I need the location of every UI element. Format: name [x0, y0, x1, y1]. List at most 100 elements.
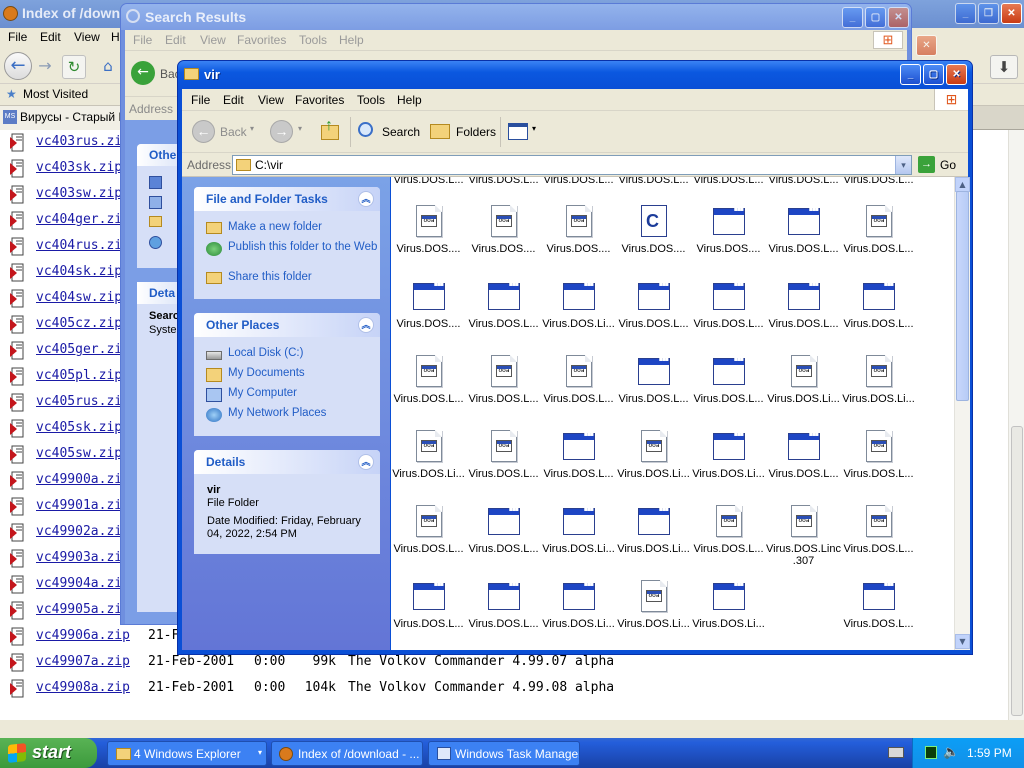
listing-link[interactable]: vc405rus.zip: [36, 394, 130, 409]
file-item[interactable]: ooa Virus.DOS.Li...: [841, 345, 916, 415]
file-item[interactable]: Virus.DOS.Li...: [541, 570, 616, 640]
file-list-scrollbar[interactable]: ▲ ▼: [954, 177, 970, 650]
file-item[interactable]: Virus.DOS.L...: [466, 495, 541, 565]
menu-edit[interactable]: Edit: [223, 93, 244, 107]
collapse-chevron-icon[interactable]: ︽: [358, 454, 374, 470]
file-item[interactable]: Virus.DOS.L...: [691, 345, 766, 415]
sr-menu-view[interactable]: View: [200, 33, 226, 47]
file-item[interactable]: ooa Virus.DOS.Li...: [391, 420, 466, 490]
sr-back-button[interactable]: ←: [131, 61, 155, 85]
file-label[interactable]: Virus.DOS.L...: [466, 177, 541, 186]
sr-close-button[interactable]: ✕: [888, 7, 909, 28]
file-folder-tasks-header[interactable]: File and Folder Tasks ︽: [194, 187, 380, 211]
file-item[interactable]: Virus.DOS.L...: [841, 270, 916, 340]
hidden-window-close-button[interactable]: ✕: [916, 35, 937, 56]
task-make-new-folder[interactable]: Make a new folder: [194, 221, 380, 241]
go-button[interactable]: → Go: [918, 155, 962, 175]
listing-link[interactable]: vc405sk.zip: [36, 420, 122, 435]
firefox-maximize-button[interactable]: ❐: [978, 3, 999, 24]
taskbar-task-manager[interactable]: Windows Task Manager: [428, 741, 580, 766]
listing-link[interactable]: vc403sw.zip: [36, 186, 122, 201]
listing-link[interactable]: vc49902a.zip: [36, 524, 130, 539]
listing-link[interactable]: vc49906a.zip: [36, 628, 130, 643]
ff-home-button[interactable]: ⌂: [96, 55, 120, 79]
ff-menu-view[interactable]: View: [74, 30, 100, 44]
address-field[interactable]: C:\vir ▾: [232, 155, 912, 175]
listing-link[interactable]: vc403rus.zip: [36, 134, 130, 149]
file-item[interactable]: Virus.DOS.L...: [541, 420, 616, 490]
listing-link[interactable]: vc405sw.zip: [36, 446, 122, 461]
sr-menu-favorites[interactable]: Favorites: [237, 33, 286, 47]
file-item[interactable]: Virus.DOS.Li...: [691, 570, 766, 640]
file-item[interactable]: Virus.DOS.Li...: [616, 495, 691, 565]
file-item[interactable]: Virus.DOS.L...: [391, 570, 466, 640]
file-item[interactable]: Virus.DOS.Li...: [541, 495, 616, 565]
search-button[interactable]: Search: [356, 119, 420, 145]
file-item[interactable]: Virus.DOS.L...: [841, 570, 916, 640]
sr-menu-file[interactable]: File: [133, 33, 152, 47]
other-places-header[interactable]: Other Places ︽: [194, 313, 380, 337]
file-item[interactable]: ooa Virus.DOS.Li...: [766, 345, 841, 415]
file-item[interactable]: Virus.DOS....: [691, 195, 766, 265]
listing-link[interactable]: vc49907a.zip: [36, 654, 130, 669]
file-item[interactable]: C Virus.DOS....: [616, 195, 691, 265]
firefox-close-button[interactable]: ✕: [1001, 3, 1022, 24]
file-item[interactable]: Virus.DOS.L...: [466, 570, 541, 640]
volume-icon[interactable]: 🔈: [943, 744, 959, 760]
listing-link[interactable]: vc49905a.zip: [36, 602, 130, 617]
menu-favorites[interactable]: Favorites: [295, 93, 344, 107]
file-label[interactable]: Virus.DOS.L...: [391, 177, 466, 186]
file-item[interactable]: ooa Virus.DOS.Li...: [616, 570, 691, 640]
forward-button[interactable]: → ▾: [268, 118, 308, 146]
taskbar-firefox[interactable]: Index of /download - ...: [271, 741, 423, 766]
file-item[interactable]: ooa Virus.DOS.L...: [691, 495, 766, 565]
ff-menu-file[interactable]: File: [8, 30, 27, 44]
file-item[interactable]: Virus.DOS.L...: [466, 270, 541, 340]
listing-link[interactable]: vc404rus.zip: [36, 238, 130, 253]
place-network[interactable]: My Network Places: [194, 407, 380, 427]
file-item[interactable]: Virus.DOS....: [391, 270, 466, 340]
explorer-maximize-button[interactable]: ▢: [923, 64, 944, 85]
listing-link[interactable]: vc405cz.zip: [36, 316, 122, 331]
file-item[interactable]: Virus.DOS.L...: [766, 420, 841, 490]
sr-maximize-button[interactable]: ▢: [865, 7, 886, 28]
ff-menu-history[interactable]: H: [111, 30, 120, 44]
file-item[interactable]: ooa Virus.DOS.Linc .307: [766, 495, 841, 567]
sr-menu-edit[interactable]: Edit: [165, 33, 186, 47]
file-label[interactable]: Virus.DOS.L...: [841, 177, 916, 186]
file-label[interactable]: Virus.DOS.L...: [541, 177, 616, 186]
explorer-close-button[interactable]: ✕: [946, 64, 967, 85]
clock[interactable]: 1:59 PM: [967, 746, 1012, 760]
ff-menu-edit[interactable]: Edit: [40, 30, 61, 44]
place-local-disk[interactable]: Local Disk (C:): [194, 347, 380, 367]
listing-link[interactable]: vc404ger.zip: [36, 212, 130, 227]
scroll-thumb[interactable]: [956, 191, 969, 401]
listing-link[interactable]: vc404sw.zip: [36, 290, 122, 305]
explorer-minimize-button[interactable]: _: [900, 64, 921, 85]
task-publish-web[interactable]: Publish this folder to the Web: [194, 241, 380, 271]
collapse-chevron-icon[interactable]: ︽: [358, 317, 374, 333]
task-share-folder[interactable]: Share this folder: [194, 271, 380, 291]
file-item[interactable]: Virus.DOS.Li...: [691, 420, 766, 490]
folders-button[interactable]: Folders: [428, 119, 496, 145]
file-item[interactable]: ooa Virus.DOS.L...: [841, 195, 916, 265]
place-my-computer[interactable]: My Computer: [194, 387, 380, 407]
ff-download-button[interactable]: ⬇: [990, 55, 1018, 79]
task-manager-tray-icon[interactable]: [925, 746, 937, 759]
menu-tools[interactable]: Tools: [357, 93, 385, 107]
file-item[interactable]: ooa Virus.DOS....: [466, 195, 541, 265]
listing-link[interactable]: vc405ger.zip: [36, 342, 130, 357]
ff-back-button[interactable]: ←: [4, 52, 32, 80]
file-item[interactable]: Virus.DOS.Li...: [541, 270, 616, 340]
scroll-down-button[interactable]: ▼: [955, 634, 970, 649]
address-dropdown-button[interactable]: ▾: [895, 156, 911, 174]
views-button[interactable]: ▾: [506, 119, 542, 145]
listing-link[interactable]: vc49908a.zip: [36, 680, 130, 695]
keyboard-icon[interactable]: [888, 747, 904, 758]
file-item[interactable]: Virus.DOS.L...: [766, 195, 841, 265]
file-item[interactable]: ooa Virus.DOS.L...: [391, 345, 466, 415]
file-item[interactable]: Virus.DOS.L...: [616, 270, 691, 340]
menu-view[interactable]: View: [258, 93, 284, 107]
file-item[interactable]: Virus.DOS.L...: [616, 345, 691, 415]
listing-link[interactable]: vc49900a.zip: [36, 472, 130, 487]
